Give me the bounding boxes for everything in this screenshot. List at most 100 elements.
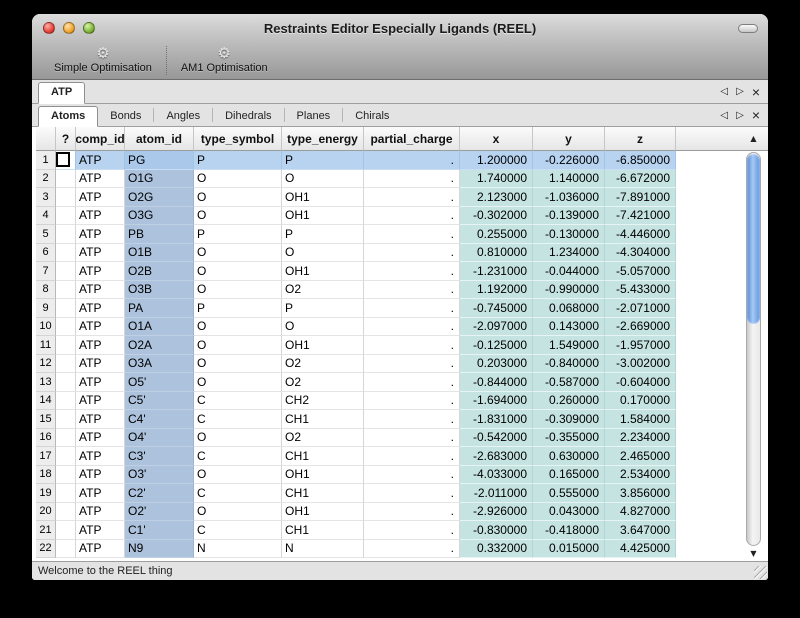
- table-row[interactable]: 12ATPO3AOO2.0.203000-0.840000-3.002000: [36, 355, 768, 374]
- cell-type_symbol[interactable]: C: [194, 410, 282, 429]
- cell-type_energy[interactable]: O: [282, 170, 364, 189]
- cell-y[interactable]: -0.130000: [533, 225, 605, 244]
- cell-atom_id[interactable]: O3B: [125, 281, 194, 300]
- cell-type_energy[interactable]: N: [282, 540, 364, 559]
- cell-type_energy[interactable]: P: [282, 299, 364, 318]
- cell-atom_id[interactable]: O2A: [125, 336, 194, 355]
- cell-row-number[interactable]: 11: [36, 336, 56, 355]
- cell-y[interactable]: -0.044000: [533, 262, 605, 281]
- cell-y[interactable]: -0.309000: [533, 410, 605, 429]
- cell-type_energy[interactable]: CH1: [282, 447, 364, 466]
- cell-check[interactable]: [56, 429, 76, 448]
- cell-comp_id[interactable]: ATP: [76, 188, 125, 207]
- cell-comp_id[interactable]: ATP: [76, 503, 125, 522]
- cell-check[interactable]: [56, 373, 76, 392]
- cell-x[interactable]: 0.203000: [460, 355, 533, 374]
- cell-x[interactable]: -1.831000: [460, 410, 533, 429]
- cell-y[interactable]: -1.036000: [533, 188, 605, 207]
- cell-y[interactable]: 0.165000: [533, 466, 605, 485]
- cell-y[interactable]: 0.068000: [533, 299, 605, 318]
- cell-comp_id[interactable]: ATP: [76, 392, 125, 411]
- cell-row-number[interactable]: 20: [36, 503, 56, 522]
- cell-comp_id[interactable]: ATP: [76, 373, 125, 392]
- cell-z[interactable]: 3.856000: [605, 484, 676, 503]
- cell-atom_id[interactable]: O2G: [125, 188, 194, 207]
- cell-comp_id[interactable]: ATP: [76, 207, 125, 226]
- cell-row-number[interactable]: 14: [36, 392, 56, 411]
- cell-type_symbol[interactable]: C: [194, 484, 282, 503]
- cell-y[interactable]: 1.549000: [533, 336, 605, 355]
- cell-row-number[interactable]: 7: [36, 262, 56, 281]
- cell-z[interactable]: 2.234000: [605, 429, 676, 448]
- cell-atom_id[interactable]: O4': [125, 429, 194, 448]
- cell-type_energy[interactable]: P: [282, 225, 364, 244]
- cell-atom_id[interactable]: C3': [125, 447, 194, 466]
- table-row[interactable]: 10ATPO1AOO.-2.0970000.143000-2.669000: [36, 318, 768, 337]
- column-header-check[interactable]: ?: [56, 127, 76, 151]
- table-row[interactable]: 15ATPC4'CCH1.-1.831000-0.3090001.584000: [36, 410, 768, 429]
- cell-type_symbol[interactable]: O: [194, 355, 282, 374]
- cell-type_symbol[interactable]: O: [194, 188, 282, 207]
- cell-x[interactable]: -0.830000: [460, 521, 533, 540]
- cell-comp_id[interactable]: ATP: [76, 447, 125, 466]
- column-header-atom_id[interactable]: atom_id: [125, 127, 194, 151]
- table-row[interactable]: 2ATPO1GOO.1.7400001.140000-6.672000: [36, 170, 768, 189]
- cell-atom_id[interactable]: O2': [125, 503, 194, 522]
- cell-type_symbol[interactable]: O: [194, 244, 282, 263]
- cell-y[interactable]: 1.140000: [533, 170, 605, 189]
- cell-atom_id[interactable]: O1B: [125, 244, 194, 263]
- cell-type_symbol[interactable]: O: [194, 503, 282, 522]
- cell-partial_charge[interactable]: .: [364, 503, 460, 522]
- cell-y[interactable]: -0.990000: [533, 281, 605, 300]
- table-row[interactable]: 6ATPO1BOO.0.8100001.234000-4.304000: [36, 244, 768, 263]
- cell-partial_charge[interactable]: .: [364, 484, 460, 503]
- cell-z[interactable]: 1.584000: [605, 410, 676, 429]
- cell-partial_charge[interactable]: .: [364, 466, 460, 485]
- tab-close-icon[interactable]: ×: [752, 86, 760, 98]
- cell-x[interactable]: -2.683000: [460, 447, 533, 466]
- cell-type_symbol[interactable]: N: [194, 540, 282, 559]
- table-row[interactable]: 21ATPC1'CCH1.-0.830000-0.4180003.647000: [36, 521, 768, 540]
- table-row[interactable]: 18ATPO3'OOH1.-4.0330000.1650002.534000: [36, 466, 768, 485]
- cell-atom_id[interactable]: O5': [125, 373, 194, 392]
- cell-atom_id[interactable]: C1': [125, 521, 194, 540]
- cell-comp_id[interactable]: ATP: [76, 540, 125, 559]
- cell-type_energy[interactable]: OH1: [282, 466, 364, 485]
- cell-type_energy[interactable]: CH1: [282, 521, 364, 540]
- cell-x[interactable]: 0.810000: [460, 244, 533, 263]
- cell-z[interactable]: -0.604000: [605, 373, 676, 392]
- title-bar[interactable]: Restraints Editor Especially Ligands (RE…: [32, 14, 768, 42]
- column-header-x[interactable]: x: [460, 127, 533, 151]
- tab-planes[interactable]: Planes: [285, 107, 343, 127]
- table-row[interactable]: 11ATPO2AOOH1.-0.1250001.549000-1.957000: [36, 336, 768, 355]
- cell-row-number[interactable]: 10: [36, 318, 56, 337]
- cell-type_energy[interactable]: OH1: [282, 336, 364, 355]
- table-row[interactable]: 3ATPO2GOOH1.2.123000-1.036000-7.891000: [36, 188, 768, 207]
- table-row[interactable]: 20ATPO2'OOH1.-2.9260000.0430004.827000: [36, 503, 768, 522]
- cell-row-number[interactable]: 18: [36, 466, 56, 485]
- cell-comp_id[interactable]: ATP: [76, 299, 125, 318]
- am1-optimisation-button[interactable]: ⚙ AM1 Optimisation: [169, 42, 280, 79]
- cell-comp_id[interactable]: ATP: [76, 262, 125, 281]
- table-row[interactable]: 5ATPPBPP.0.255000-0.130000-4.446000: [36, 225, 768, 244]
- cell-partial_charge[interactable]: .: [364, 392, 460, 411]
- cell-partial_charge[interactable]: .: [364, 318, 460, 337]
- table-row[interactable]: 22ATPN9NN.0.3320000.0150004.425000: [36, 540, 768, 559]
- tab-scroll-left-icon[interactable]: ◁: [720, 86, 728, 97]
- cell-row-number[interactable]: 3: [36, 188, 56, 207]
- cell-type_symbol[interactable]: O: [194, 373, 282, 392]
- cell-type_symbol[interactable]: C: [194, 447, 282, 466]
- close-window-icon[interactable]: [43, 22, 55, 34]
- resize-grip[interactable]: [754, 566, 767, 579]
- cell-comp_id[interactable]: ATP: [76, 170, 125, 189]
- cell-y[interactable]: -0.587000: [533, 373, 605, 392]
- cell-x[interactable]: 2.123000: [460, 188, 533, 207]
- cell-z[interactable]: -4.304000: [605, 244, 676, 263]
- cell-z[interactable]: -1.957000: [605, 336, 676, 355]
- cell-type_energy[interactable]: O: [282, 244, 364, 263]
- cell-z[interactable]: -2.071000: [605, 299, 676, 318]
- tab-scroll-right-icon[interactable]: ▷: [736, 86, 744, 97]
- cell-type_energy[interactable]: OH1: [282, 262, 364, 281]
- cell-x[interactable]: -1.694000: [460, 392, 533, 411]
- cell-atom_id[interactable]: C5': [125, 392, 194, 411]
